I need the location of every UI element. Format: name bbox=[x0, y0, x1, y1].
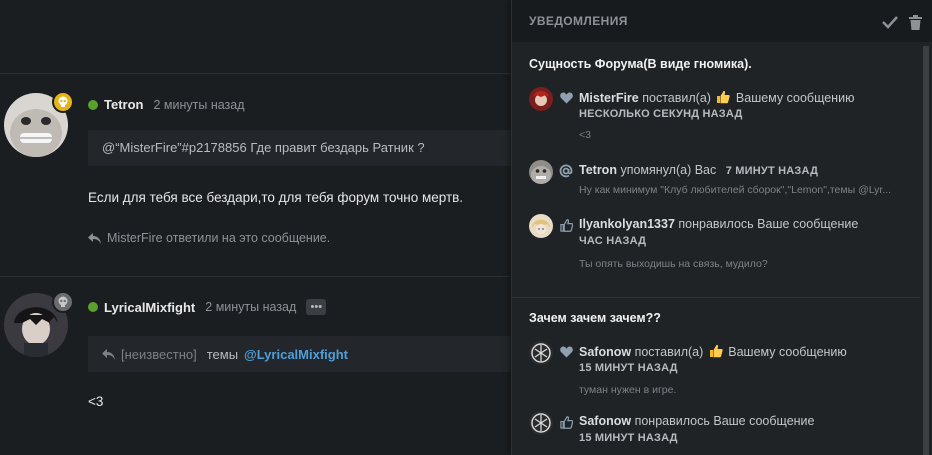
mark-read-button[interactable] bbox=[881, 13, 899, 31]
notification-snippet: Ты опять выходишь на связь, мудило? bbox=[579, 258, 768, 270]
notification-time: 15 МИНУТ НАЗАД bbox=[579, 432, 678, 444]
check-icon bbox=[882, 16, 898, 29]
notification-item[interactable]: Safonow понравилось Ваше сообщение 15 МИ… bbox=[529, 411, 919, 451]
notification-text: Tetron упомянул(а) Вас 7 МИНУТ НАЗАД bbox=[579, 163, 818, 177]
scrollbar-thumb[interactable] bbox=[923, 46, 929, 455]
reply-icon bbox=[102, 348, 115, 360]
skull-badge-icon bbox=[52, 91, 74, 113]
notification-time: 7 МИНУТ НАЗАД bbox=[725, 165, 819, 177]
quote-source[interactable]: [неизвестно] bbox=[121, 347, 197, 362]
notification-group-title[interactable]: Сущность Форума(В виде гномика). bbox=[529, 57, 752, 71]
notifications-title: УВЕДОМЛЕНИЯ bbox=[529, 14, 628, 28]
notification-text: Safonow поставил(а) Вашему сообщению bbox=[579, 344, 847, 359]
notification-text: MisterFire поставил(а) Вашему сообщению bbox=[579, 90, 854, 105]
avatar[interactable] bbox=[529, 160, 553, 184]
post-time[interactable]: 2 минуты назад bbox=[205, 300, 296, 314]
online-status-icon bbox=[88, 99, 98, 110]
post-divider bbox=[0, 73, 512, 74]
notification-action: поставил(а) bbox=[642, 91, 711, 105]
notification-text: Safonow понравилось Ваше сообщение bbox=[579, 414, 814, 428]
reply-icon bbox=[88, 232, 101, 244]
notifications-scrollbar[interactable] bbox=[920, 42, 932, 455]
avatar[interactable] bbox=[529, 214, 553, 238]
post-meta: LyricalMixfight 2 минуты назад ••• bbox=[88, 299, 327, 315]
notification-user[interactable]: Ilyankolyan1337 bbox=[579, 217, 675, 231]
post-text: Если для тебя все бездари,то для тебя фо… bbox=[88, 190, 464, 205]
thumbs-up-emoji-icon bbox=[709, 344, 723, 358]
notification-time: НЕСКОЛЬКО СЕКУНД НАЗАД bbox=[579, 108, 743, 120]
reply-note-text: MisterFire ответили на это сообщение. bbox=[107, 231, 331, 245]
notification-snippet: Ну как минимум "Клуб любителей сборок","… bbox=[579, 184, 892, 196]
notification-item[interactable]: Safonow поставил(а) Вашему сообщению 15 … bbox=[529, 341, 919, 397]
post-quote[interactable]: [неизвестно] темы @LyricalMixfight bbox=[88, 336, 528, 372]
notification-item[interactable]: MisterFire поставил(а) Вашему сообщению … bbox=[529, 87, 919, 141]
notification-action: Вашему сообщению bbox=[735, 91, 855, 105]
post-meta: Tetron 2 минуты назад bbox=[88, 97, 245, 112]
post-quote[interactable]: @“MisterFire”#p2178856 Где правит бездар… bbox=[88, 130, 528, 166]
post-text: <3 bbox=[88, 394, 104, 409]
notification-time: 15 МИНУТ НАЗАД bbox=[579, 362, 678, 374]
more-options-button[interactable]: ••• bbox=[306, 299, 327, 315]
online-status-icon bbox=[88, 302, 98, 312]
post-username[interactable]: LyricalMixfight bbox=[104, 300, 195, 315]
thumbs-up-icon bbox=[559, 415, 573, 429]
skull-badge-icon bbox=[52, 291, 74, 313]
mention-link[interactable]: @LyricalMixfight bbox=[244, 347, 348, 362]
notification-item[interactable]: Ilyankolyan1337 понравилось Ваше сообщен… bbox=[529, 214, 919, 270]
avatar-lyricalmixfight[interactable] bbox=[4, 291, 74, 357]
notification-action: понравилось Ваше сообщение bbox=[634, 414, 815, 428]
avatar-tetron[interactable] bbox=[4, 91, 74, 157]
notification-action: Вашему сообщению bbox=[728, 345, 847, 359]
notification-action: понравилось Ваше сообщение bbox=[678, 217, 859, 231]
post-divider bbox=[0, 276, 512, 277]
reply-note[interactable]: MisterFire ответили на это сообщение. bbox=[88, 231, 330, 245]
post-username[interactable]: Tetron bbox=[104, 97, 143, 112]
heart-icon bbox=[559, 345, 573, 359]
notification-time: ЧАС НАЗАД bbox=[579, 235, 647, 247]
avatar[interactable] bbox=[529, 87, 553, 111]
notification-action: поставил(а) bbox=[634, 345, 704, 359]
notification-group-title[interactable]: Зачем зачем зачем?? bbox=[529, 311, 661, 325]
avatar[interactable] bbox=[529, 341, 553, 365]
thumbs-up-emoji-icon bbox=[717, 90, 731, 104]
notification-text: Ilyankolyan1337 понравилось Ваше сообщен… bbox=[579, 217, 858, 231]
at-icon bbox=[559, 164, 573, 178]
notifications-header: УВЕДОМЛЕНИЯ bbox=[512, 0, 932, 42]
post-time[interactable]: 2 минуты назад bbox=[153, 98, 244, 112]
notification-user[interactable]: Safonow bbox=[579, 345, 631, 359]
notification-user[interactable]: MisterFire bbox=[579, 91, 639, 105]
trash-icon bbox=[908, 14, 922, 30]
notification-user[interactable]: Safonow bbox=[579, 414, 631, 428]
notification-action: упомянул(а) Вас bbox=[620, 163, 717, 177]
avatar[interactable] bbox=[529, 411, 553, 435]
heart-icon bbox=[559, 91, 573, 105]
notification-snippet: <3 bbox=[579, 129, 591, 141]
notifications-panel: УВЕДОМЛЕНИЯ Сущность Форума(В виде гноми… bbox=[511, 0, 932, 455]
quote-text: темы bbox=[206, 346, 239, 362]
notification-snippet: туман нужен в игре. bbox=[579, 384, 677, 396]
delete-all-button[interactable] bbox=[906, 13, 924, 31]
notification-user[interactable]: Tetron bbox=[579, 163, 617, 177]
thumbs-up-icon bbox=[559, 218, 573, 232]
notification-item[interactable]: Tetron упомянул(а) Вас 7 МИНУТ НАЗАД Ну … bbox=[529, 160, 919, 200]
group-divider bbox=[512, 297, 920, 298]
